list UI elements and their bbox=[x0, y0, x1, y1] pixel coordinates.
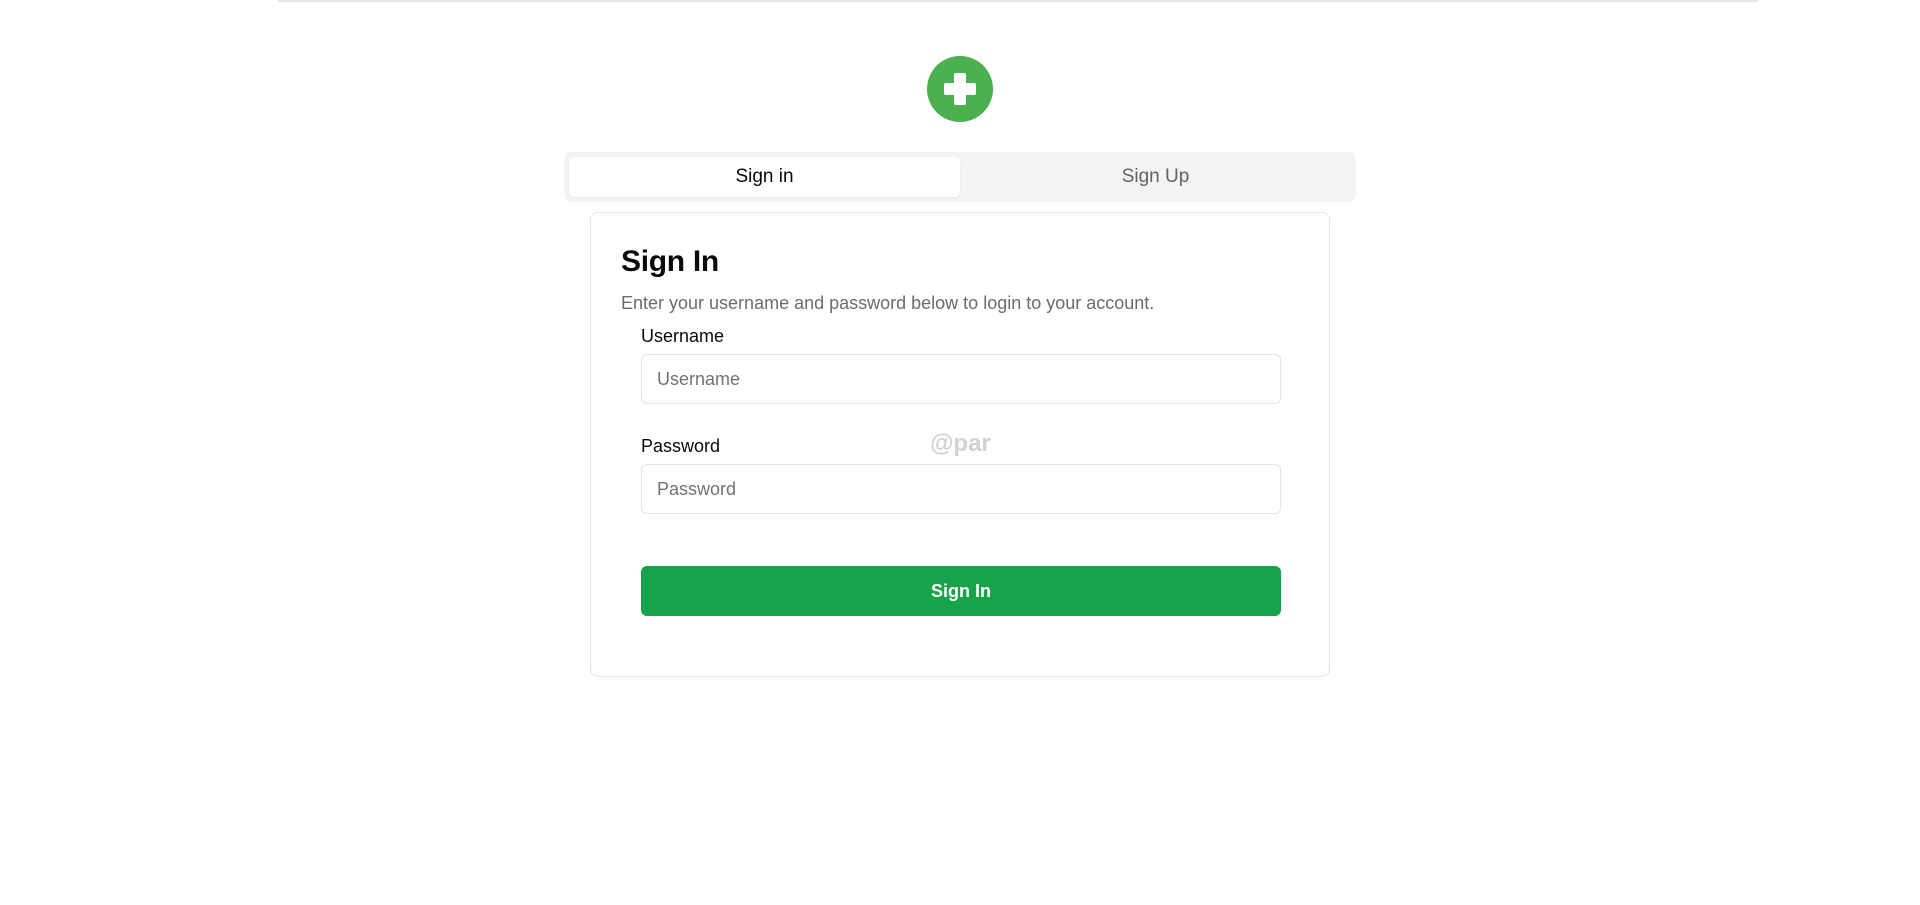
plus-circle-icon bbox=[927, 56, 993, 122]
tab-sign-up[interactable]: Sign Up bbox=[960, 157, 1351, 197]
top-divider bbox=[278, 0, 1758, 2]
password-label: Password bbox=[641, 436, 721, 456]
sign-in-button[interactable]: Sign In bbox=[641, 566, 1281, 616]
sign-in-card: Sign In Enter your username and password… bbox=[590, 212, 1330, 677]
tab-sign-in[interactable]: Sign in bbox=[569, 157, 960, 197]
plus-vertical-bar bbox=[954, 73, 966, 105]
username-label: Username bbox=[641, 326, 725, 346]
username-input[interactable] bbox=[641, 354, 1281, 404]
auth-tabs: Sign in Sign Up bbox=[564, 152, 1356, 202]
card-description: Enter your username and password below t… bbox=[621, 293, 1155, 313]
card-title: Sign In bbox=[621, 245, 719, 278]
password-input[interactable] bbox=[641, 464, 1281, 514]
